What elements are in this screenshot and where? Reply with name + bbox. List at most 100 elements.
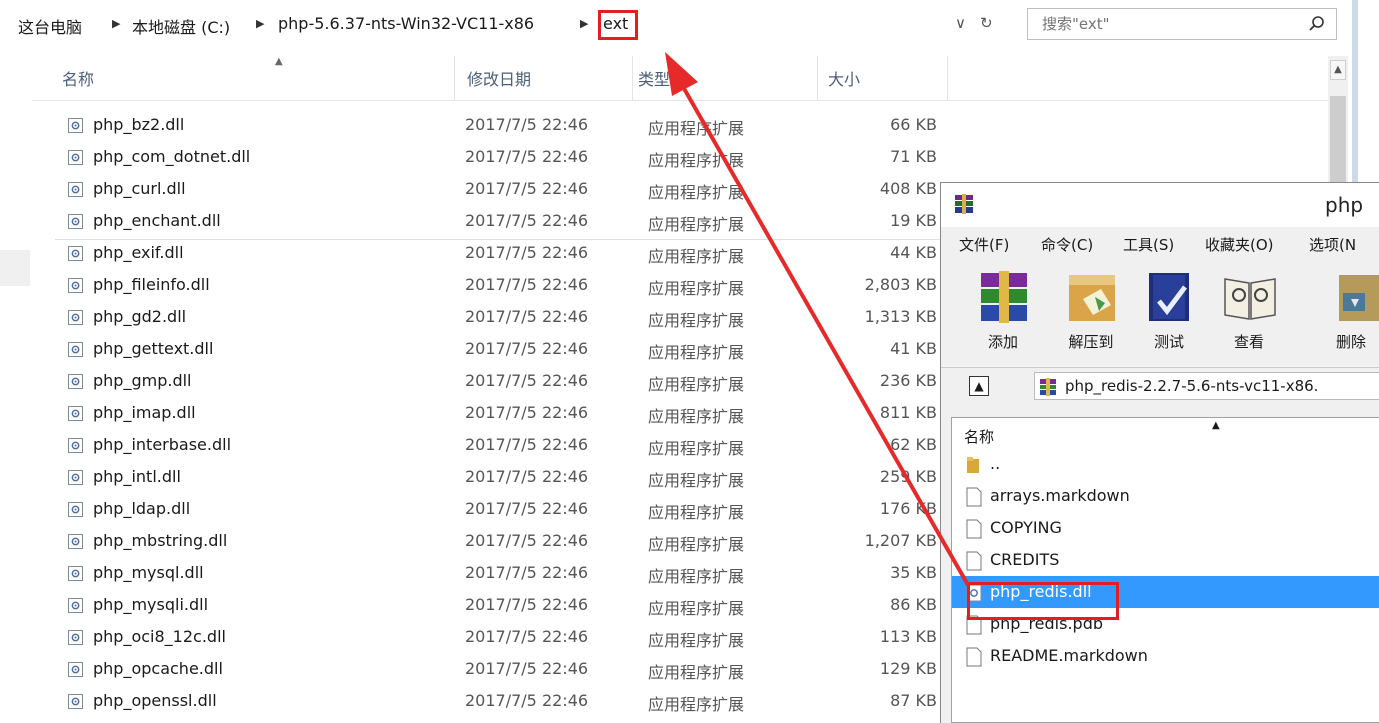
view-button[interactable]: 查看 <box>1209 263 1289 359</box>
dll-file-icon <box>68 310 83 325</box>
file-row[interactable]: php_bz2.dll 2017/7/5 22:46 应用程序扩展 66 KB <box>55 110 945 142</box>
menu-commands[interactable]: 命令(C) <box>1041 234 1093 255</box>
file-row[interactable]: php_curl.dll 2017/7/5 22:46 应用程序扩展 408 KB <box>55 174 945 206</box>
file-date: 2017/7/5 22:46 <box>465 467 589 486</box>
address-bar[interactable]: 这台电脑 ▶ 本地磁盘 (C:) ▶ php-5.6.37-nts-Win32-… <box>0 0 1340 48</box>
file-name: php_gmp.dll <box>93 371 192 390</box>
add-button[interactable]: 添加 <box>963 263 1043 359</box>
breadcrumb-local-disk[interactable]: 本地磁盘 (C:) <box>132 14 230 38</box>
archive-item-name: CREDITS <box>990 550 1060 569</box>
column-divider[interactable] <box>947 56 948 100</box>
archive-item[interactable]: README.markdown <box>952 640 1379 672</box>
file-row[interactable]: php_com_dotnet.dll 2017/7/5 22:46 应用程序扩展 71… <box>55 142 945 174</box>
refresh-icon[interactable]: ↻ <box>980 14 993 32</box>
up-folder-icon[interactable]: ▲ <box>969 376 989 396</box>
file-date: 2017/7/5 22:46 <box>465 339 589 358</box>
file-row[interactable]: php_opcache.dll 2017/7/5 22:46 应用程序扩展 129 K… <box>55 654 945 686</box>
extract-to-icon <box>1069 275 1115 321</box>
file-date: 2017/7/5 22:46 <box>465 499 589 518</box>
file-size: 2,803 KB <box>864 275 937 294</box>
archive-file-list: 名称 ▲ .. arrays.markdown COPYING CREDITS php_… <box>951 417 1379 723</box>
chevron-right-icon[interactable]: ▶ <box>112 17 120 30</box>
tool-label: 添加 <box>987 333 1018 351</box>
file-row[interactable]: php_gmp.dll 2017/7/5 22:46 应用程序扩展 236 KB <box>55 366 945 398</box>
winrar-title-bar[interactable]: php <box>941 183 1379 227</box>
column-divider[interactable] <box>817 56 818 100</box>
menu-options[interactable]: 选项(N <box>1309 234 1356 255</box>
file-type: 应用程序扩展 <box>648 215 745 234</box>
file-row[interactable]: php_gettext.dll 2017/7/5 22:46 应用程序扩展 41 KB <box>55 334 945 366</box>
tool-label: 删除 <box>1335 333 1366 351</box>
file-row[interactable]: php_mysql.dll 2017/7/5 22:46 应用程序扩展 35 KB <box>55 558 945 590</box>
extract-to-button[interactable]: 解压到 <box>1051 263 1131 359</box>
dll-file-icon <box>68 694 83 709</box>
file-row[interactable]: php_ldap.dll 2017/7/5 22:46 应用程序扩展 176 KB <box>55 494 945 526</box>
row-divider <box>55 239 945 240</box>
file-row[interactable]: php_gd2.dll 2017/7/5 22:46 应用程序扩展 1,313 KB <box>55 302 945 334</box>
winrar-window[interactable]: php 文件(F) 命令(C) 工具(S) 收藏夹(O) 选项(N 添加 解压到… <box>940 182 1379 723</box>
column-header-date[interactable]: 修改日期 <box>467 66 531 90</box>
archive-item[interactable]: arrays.markdown <box>952 480 1379 512</box>
file-row[interactable]: php_oci8_12c.dll 2017/7/5 22:46 应用程序扩展 113 … <box>55 622 945 654</box>
chevron-right-icon[interactable]: ▶ <box>580 17 588 30</box>
file-name: php_curl.dll <box>93 179 186 198</box>
archive-item[interactable]: CREDITS <box>952 544 1379 576</box>
file-row[interactable]: php_enchant.dll 2017/7/5 22:46 应用程序扩展 19 KB <box>55 206 945 238</box>
menu-favorites[interactable]: 收藏夹(O) <box>1205 234 1274 255</box>
column-divider[interactable] <box>454 56 455 100</box>
breadcrumb-php-folder[interactable]: php-5.6.37-nts-Win32-VC11-x86 <box>278 14 534 33</box>
archive-item[interactable]: COPYING <box>952 512 1379 544</box>
file-name: php_openssl.dll <box>93 691 217 710</box>
file-date: 2017/7/5 22:46 <box>465 531 589 550</box>
file-name: php_interbase.dll <box>93 435 232 454</box>
navigation-pane-edge[interactable] <box>0 250 30 286</box>
file-row[interactable]: php_intl.dll 2017/7/5 22:46 应用程序扩展 259 KB <box>55 462 945 494</box>
add-archive-icon <box>981 271 1027 323</box>
search-icon[interactable] <box>1308 15 1326 33</box>
delete-button[interactable]: 删除 <box>1311 263 1379 359</box>
column-divider[interactable] <box>632 56 633 100</box>
file-name: php_fileinfo.dll <box>93 275 210 294</box>
dll-file-icon <box>68 246 83 261</box>
file-type: 应用程序扩展 <box>648 439 745 458</box>
column-header-name[interactable]: 名称 <box>964 426 994 447</box>
column-header-size[interactable]: 大小 <box>828 66 860 90</box>
test-button[interactable]: 测试 <box>1129 263 1209 359</box>
tool-label: 解压到 <box>1068 333 1114 351</box>
archive-path-field[interactable]: php_redis-2.2.7-5.6-nts-vc11-x86. <box>1034 372 1379 400</box>
file-row[interactable]: php_exif.dll 2017/7/5 22:46 应用程序扩展 44 KB <box>55 238 945 270</box>
search-input[interactable] <box>1040 14 1294 34</box>
dll-file-icon <box>68 182 83 197</box>
window-title: php <box>1325 193 1364 217</box>
file-name: php_mysql.dll <box>93 563 204 582</box>
menu-tools[interactable]: 工具(S) <box>1123 234 1174 255</box>
path-bar: ▲ php_redis-2.2.7-5.6-nts-vc11-x86. <box>941 367 1379 404</box>
file-row[interactable]: php_mbstring.dll 2017/7/5 22:46 应用程序扩展 1,20… <box>55 526 945 558</box>
file-type: 应用程序扩展 <box>648 663 745 682</box>
archive-item-name: COPYING <box>990 518 1062 537</box>
file-size: 236 KB <box>879 371 937 390</box>
scroll-up-button[interactable]: ▲ <box>1330 60 1346 80</box>
file-type: 应用程序扩展 <box>648 631 745 650</box>
search-field[interactable] <box>1027 8 1337 40</box>
chevron-right-icon[interactable]: ▶ <box>256 17 264 30</box>
file-date: 2017/7/5 22:46 <box>465 243 589 262</box>
file-row[interactable]: php_openssl.dll 2017/7/5 22:46 应用程序扩展 87 KB <box>55 686 945 718</box>
dll-file-icon <box>68 662 83 677</box>
file-type: 应用程序扩展 <box>648 375 745 394</box>
file-row[interactable]: php_imap.dll 2017/7/5 22:46 应用程序扩展 811 KB <box>55 398 945 430</box>
column-header-type[interactable]: 类型 <box>638 66 670 90</box>
breadcrumb-this-pc[interactable]: 这台电脑 <box>18 14 82 38</box>
dll-file-icon <box>68 438 83 453</box>
column-header-name[interactable]: 名称 <box>62 66 94 90</box>
file-date: 2017/7/5 22:46 <box>465 691 589 710</box>
file-row[interactable]: php_fileinfo.dll 2017/7/5 22:46 应用程序扩展 2,80… <box>55 270 945 302</box>
file-row[interactable]: php_mysqli.dll 2017/7/5 22:46 应用程序扩展 86 KB <box>55 590 945 622</box>
file-row[interactable]: php_interbase.dll 2017/7/5 22:46 应用程序扩展 62 … <box>55 430 945 462</box>
menu-file[interactable]: 文件(F) <box>959 234 1009 255</box>
archive-item[interactable]: .. <box>952 448 1379 480</box>
file-type: 应用程序扩展 <box>648 343 745 362</box>
file-type: 应用程序扩展 <box>648 535 745 554</box>
dropdown-chevron-icon[interactable]: ∨ <box>955 14 966 32</box>
file-name: php_bz2.dll <box>93 115 185 134</box>
